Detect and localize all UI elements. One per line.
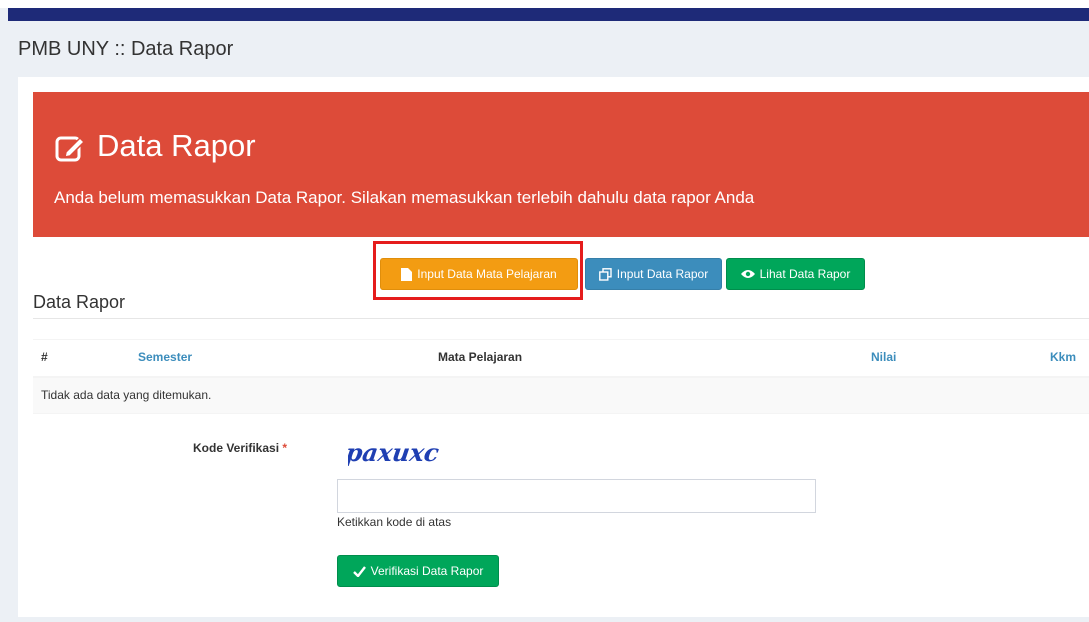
section-title: Data Rapor [33, 292, 126, 312]
lihat-data-rapor-label: Lihat Data Rapor [759, 267, 851, 281]
captcha-text: paxuxc [348, 438, 441, 467]
input-data-mata-pelajaran-label: Input Data Mata Pelajaran [417, 267, 557, 281]
eye-icon [740, 270, 755, 278]
copy-icon [598, 267, 612, 281]
input-data-mata-pelajaran-button[interactable]: Input Data Mata Pelajaran [380, 258, 578, 290]
kode-verifikasi-label: Kode Verifikasi * [193, 441, 287, 455]
input-data-rapor-label: Input Data Rapor [616, 267, 709, 281]
top-margin [0, 0, 1089, 8]
check-icon [352, 565, 366, 577]
captcha-hint: Ketikkan kode di atas [337, 515, 452, 529]
top-navbar [8, 8, 1089, 21]
captcha-input[interactable] [337, 479, 816, 513]
empty-table-message: Tidak ada data yang ditemukan. [41, 388, 212, 402]
column-nilai-sort-link[interactable]: Nilai [871, 350, 896, 364]
page-header: PMB UNY :: Data Rapor [8, 21, 1089, 77]
table-header: # Semester Mata Pelajaran Nilai Kkm [33, 339, 1089, 378]
page-title: PMB UNY :: Data Rapor [18, 38, 234, 60]
alert-box: Data Rapor Anda belum memasukkan Data Ra… [33, 92, 1089, 237]
file-icon [401, 267, 413, 281]
section-divider [33, 318, 1089, 319]
alert-text: Anda belum memasukkan Data Rapor. Silaka… [54, 188, 755, 207]
column-number: # [41, 350, 48, 364]
verifikasi-data-rapor-button[interactable]: Verifikasi Data Rapor [337, 555, 499, 587]
column-kkm-sort-link[interactable]: Kkm [1050, 350, 1076, 364]
verifikasi-data-rapor-label: Verifikasi Data Rapor [370, 564, 484, 578]
alert-title: Data Rapor [97, 128, 256, 163]
kode-verifikasi-label-text: Kode Verifikasi [193, 441, 280, 455]
input-data-rapor-button[interactable]: Input Data Rapor [585, 258, 722, 290]
table-row: Tidak ada data yang ditemukan. [33, 378, 1089, 414]
column-mata-pelajaran: Mata Pelajaran [438, 350, 523, 364]
captcha-image[interactable]: paxuxc [348, 437, 448, 469]
column-semester-sort-link[interactable]: Semester [138, 350, 192, 364]
required-mark: * [282, 441, 288, 455]
data-rapor-table: # Semester Mata Pelajaran Nilai Kkm Tida… [33, 339, 1089, 414]
edit-icon [55, 136, 86, 162]
lihat-data-rapor-button[interactable]: Lihat Data Rapor [726, 258, 865, 290]
content-box: Data Rapor Anda belum memasukkan Data Ra… [18, 77, 1089, 617]
